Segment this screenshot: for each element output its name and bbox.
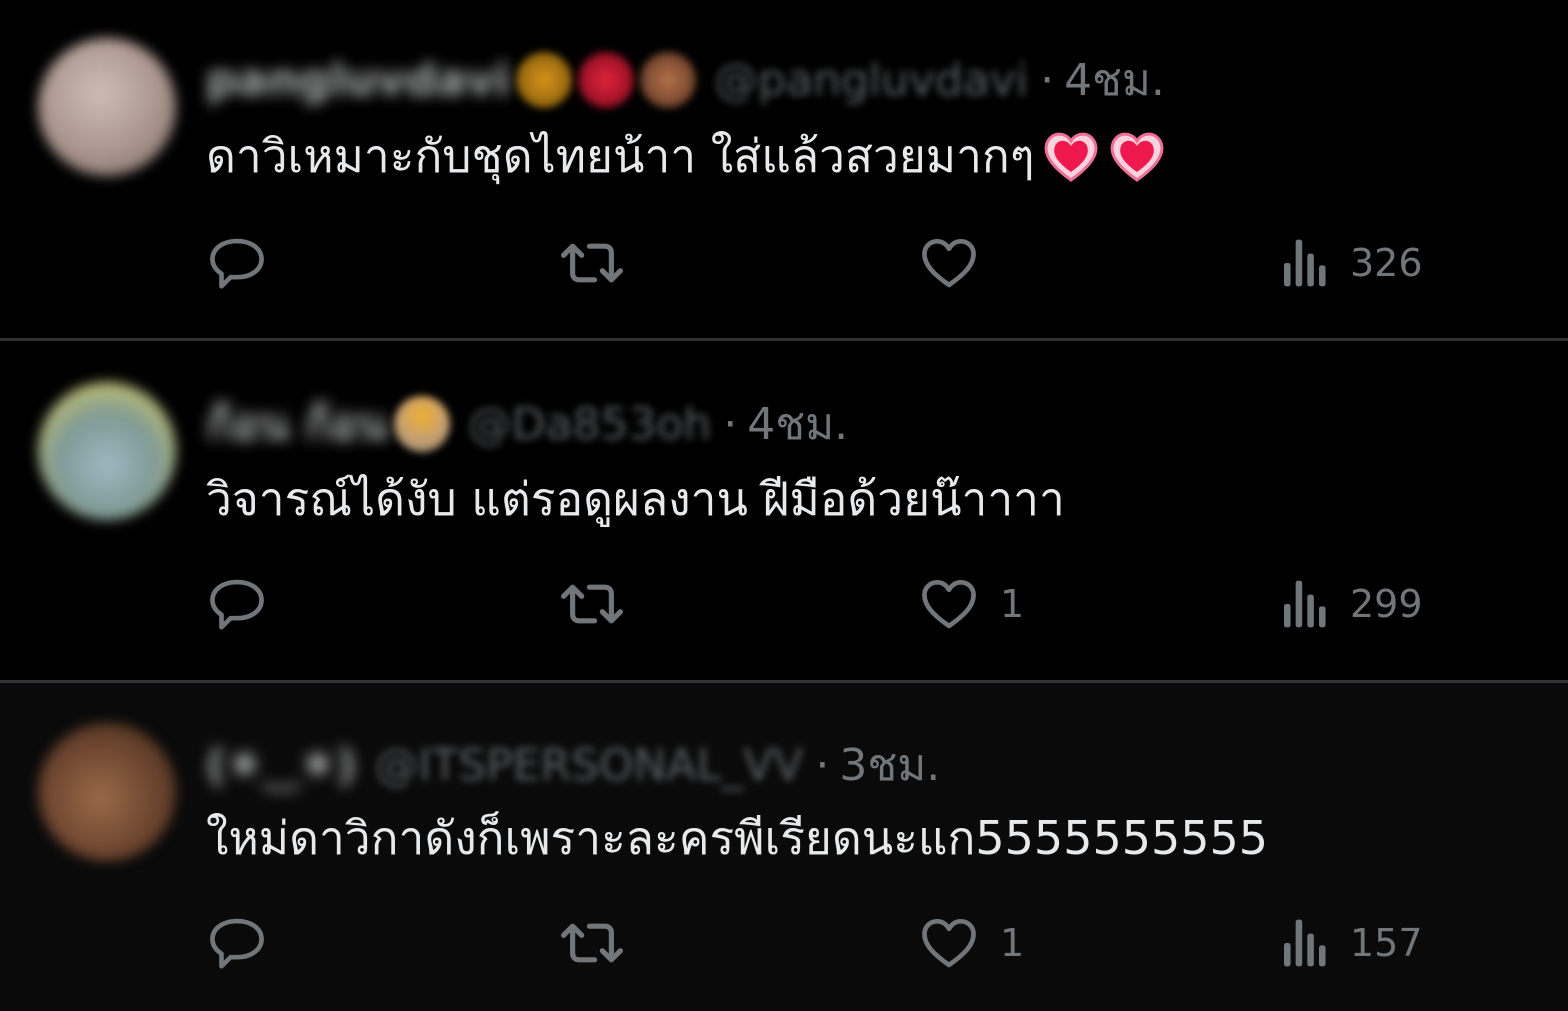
like-count: 1	[1000, 582, 1025, 626]
reply-button[interactable]	[206, 228, 288, 298]
post-time[interactable]: 3ชม.	[839, 730, 940, 800]
avatar[interactable]	[38, 38, 176, 176]
sun-behind-cloud-icon	[393, 396, 450, 452]
like-button[interactable]: 1	[918, 569, 1024, 639]
sunflower-icon	[516, 52, 573, 108]
views-icon	[1284, 919, 1326, 967]
reply-button[interactable]	[206, 908, 288, 978]
post-actions: 326	[206, 228, 1436, 298]
display-name[interactable]: (✷‿✷)	[206, 740, 356, 791]
reply-icon	[210, 918, 264, 969]
repost-button[interactable]	[558, 908, 646, 978]
views-button[interactable]: 299	[1280, 569, 1423, 639]
reply-post[interactable]: ก้อน ก้อน @Da853oh · 4ชม. วิจารณ์ได้งับ …	[0, 341, 1568, 680]
post-time[interactable]: 4ชม.	[1064, 45, 1165, 115]
heart-icon	[922, 918, 976, 968]
reply-post[interactable]: (✷‿✷) @ITSPERSONAL_VV · 3ชม. ใหม่ดาวิกาด…	[0, 683, 1568, 1011]
view-count: 299	[1350, 582, 1423, 626]
views-button[interactable]: 326	[1280, 228, 1423, 298]
red-heart-icon	[578, 52, 635, 108]
repost-button[interactable]	[558, 569, 646, 639]
separator-dot: ·	[1040, 54, 1055, 106]
like-button[interactable]	[918, 228, 1000, 298]
user-handle[interactable]: @pangluvdavi	[714, 55, 1028, 106]
like-button[interactable]: 1	[918, 908, 1024, 978]
view-count: 157	[1350, 921, 1423, 965]
display-name[interactable]: pangluvdavi	[206, 55, 510, 106]
user-handle[interactable]: @ITSPERSONAL_VV	[374, 740, 803, 791]
post-actions: 1 299	[206, 569, 1436, 639]
heart-icon	[922, 238, 976, 288]
reply-icon	[210, 579, 264, 630]
reply-button[interactable]	[206, 569, 288, 639]
post-text: ใหม่ดาวิกาดังก็เพราะละครพีเรียดนะแก55555…	[206, 811, 1269, 865]
post-time[interactable]: 4ชม.	[747, 389, 848, 459]
post-header: (✷‿✷) @ITSPERSONAL_VV · 3ชม.	[206, 735, 940, 795]
growing-heart-icon	[1041, 126, 1101, 186]
post-header: ก้อน ก้อน @Da853oh · 4ชม.	[206, 394, 848, 454]
view-count: 326	[1350, 241, 1423, 285]
like-count: 1	[1000, 921, 1025, 965]
reply-icon	[210, 238, 264, 289]
separator-dot: ·	[815, 739, 830, 791]
post-text-row: ดาวิเหมาะกับชุดไทยน้าา ใส่แล้วสวยมากๆ	[206, 126, 1167, 186]
squirrel-icon	[640, 52, 697, 108]
views-icon	[1284, 239, 1326, 287]
post-text-row: ใหม่ดาวิกาดังก็เพราะละครพีเรียดนะแก55555…	[206, 808, 1268, 868]
reply-feed: pangluvdavi @pangluvdavi · 4ชม. ดาวิเหมา…	[0, 0, 1568, 1011]
views-icon	[1284, 580, 1326, 628]
user-handle[interactable]: @Da853oh	[468, 399, 712, 450]
repost-icon	[560, 243, 623, 283]
avatar[interactable]	[38, 723, 176, 861]
avatar[interactable]	[38, 382, 176, 520]
growing-heart-icon	[1107, 126, 1167, 186]
post-text: วิจารณ์ได้งับ แต่รอดูผลงาน ฝีมือด้วยน๊าา…	[206, 472, 1065, 526]
repost-button[interactable]	[558, 228, 646, 298]
post-actions: 1 157	[206, 908, 1436, 978]
post-text-row: วิจารณ์ได้งับ แต่รอดูผลงาน ฝีมือด้วยน๊าา…	[206, 469, 1065, 529]
reply-post[interactable]: pangluvdavi @pangluvdavi · 4ชม. ดาวิเหมา…	[0, 0, 1568, 338]
separator-dot: ·	[723, 398, 738, 450]
post-header: pangluvdavi @pangluvdavi · 4ชม.	[206, 50, 1165, 110]
heart-icon	[922, 579, 976, 629]
repost-icon	[560, 923, 623, 963]
display-name[interactable]: ก้อน ก้อน	[206, 389, 388, 459]
repost-icon	[560, 584, 623, 624]
views-button[interactable]: 157	[1280, 908, 1423, 978]
post-text: ดาวิเหมาะกับชุดไทยน้าา ใส่แล้วสวยมากๆ	[206, 129, 1035, 183]
